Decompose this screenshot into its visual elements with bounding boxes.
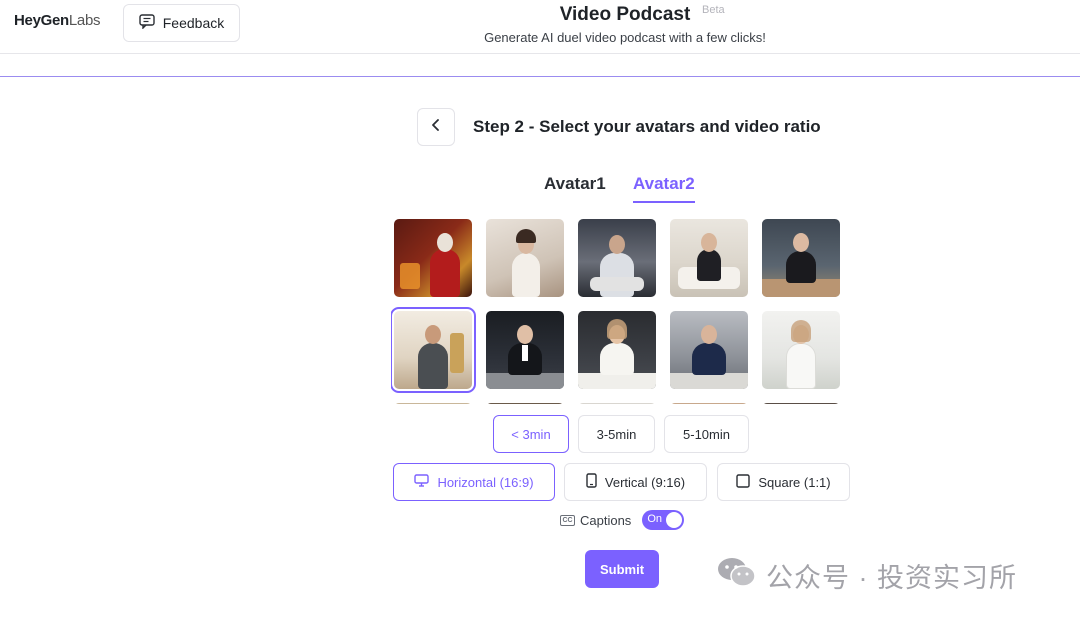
avatar-thumbnail[interactable] (394, 219, 472, 297)
captions-toggle[interactable]: On (642, 510, 685, 530)
avatar-thumbnail[interactable] (578, 403, 656, 404)
heygen-labs-logo[interactable]: HeyGenLabs (14, 12, 101, 29)
ratio-vertical[interactable]: Vertical (9:16) (564, 463, 707, 501)
avatar-thumbnail[interactable] (578, 311, 656, 389)
avatar-thumbnail[interactable] (486, 311, 564, 389)
back-button[interactable] (417, 108, 455, 146)
wechat-icon (716, 555, 758, 596)
avatar-thumbnail[interactable] (762, 311, 840, 389)
watermark: 公众号 · 投资实习所 (716, 555, 1017, 596)
avatar-thumbnail[interactable] (486, 219, 564, 297)
avatar-thumbnail[interactable] (670, 219, 748, 297)
beta-badge: Beta (702, 4, 725, 16)
square-icon (736, 473, 751, 491)
page-heading: Video Podcast Beta Generate AI duel vide… (420, 2, 830, 45)
feedback-label: Feedback (162, 15, 225, 31)
avatar-grid (391, 216, 841, 404)
tab-avatar1[interactable]: Avatar1 (544, 174, 606, 201)
duration-under-3min[interactable]: < 3min (493, 415, 569, 453)
avatar-thumbnail[interactable] (394, 403, 472, 404)
page-title: Video Podcast (559, 4, 691, 25)
avatar-thumbnail-selected[interactable] (391, 307, 476, 393)
progress-divider (0, 76, 1080, 77)
page-subtitle: Generate AI duel video podcast with a fe… (484, 30, 766, 45)
phone-icon (586, 473, 597, 491)
captions-control: CC Captions On (560, 510, 685, 530)
duration-3-5min[interactable]: 3-5min (578, 415, 655, 453)
closed-captions-icon: CC (560, 514, 575, 526)
ratio-square[interactable]: Square (1:1) (717, 463, 850, 501)
step-title: Step 2 - Select your avatars and video r… (473, 117, 821, 136)
app-header: HeyGenLabs Feedback Video Podcast Beta G… (0, 0, 1080, 54)
avatar-thumbnail[interactable] (670, 311, 748, 389)
avatar-thumbnail[interactable] (670, 403, 748, 404)
watermark-text: 公众号 · 投资实习所 (766, 563, 1017, 593)
feedback-button[interactable]: Feedback (123, 4, 240, 42)
duration-5-10min[interactable]: 5-10min (664, 415, 749, 453)
monitor-icon (414, 474, 430, 490)
avatar-thumbnail[interactable] (762, 219, 840, 297)
avatar-thumbnail[interactable] (486, 403, 564, 404)
ratio-horizontal[interactable]: Horizontal (16:9) (393, 463, 555, 501)
chat-bubble-icon (139, 14, 155, 32)
chevron-left-icon (431, 118, 441, 136)
captions-label: Captions (580, 512, 632, 528)
submit-button[interactable]: Submit (585, 550, 659, 588)
avatar-thumbnail[interactable] (578, 219, 656, 297)
toggle-knob (666, 512, 683, 528)
avatar-thumbnail[interactable] (762, 403, 840, 404)
tab-avatar2[interactable]: Avatar2 (633, 174, 695, 203)
